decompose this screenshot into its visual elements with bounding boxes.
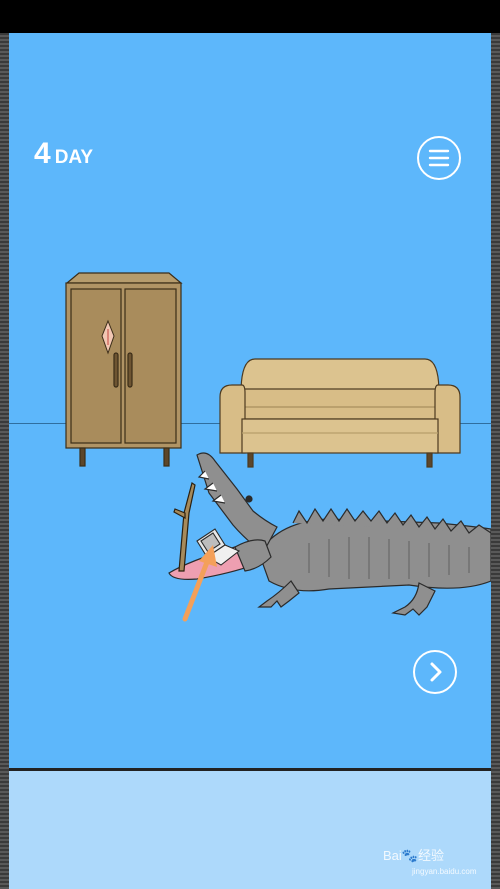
left-frame-border (0, 33, 9, 889)
chevron-right-icon (430, 662, 442, 682)
watermark-url: jingyan.baidu.com (412, 867, 477, 876)
next-button[interactable] (413, 650, 457, 694)
baidu-watermark: Bai🐾经验 (383, 845, 444, 864)
menu-button[interactable] (417, 136, 461, 180)
day-word: DAY (54, 147, 94, 168)
paw-icon: 🐾 (401, 848, 418, 863)
right-frame-border (491, 33, 500, 889)
hamburger-menu-icon (428, 149, 450, 167)
game-scene: 4 DAY (9, 33, 491, 768)
day-counter: 4 DAY (34, 137, 93, 171)
day-number: 4 (34, 137, 51, 170)
watermark-suffix: 经验 (417, 848, 444, 863)
status-bar (0, 0, 500, 33)
watermark-brand: Bai (383, 848, 402, 863)
